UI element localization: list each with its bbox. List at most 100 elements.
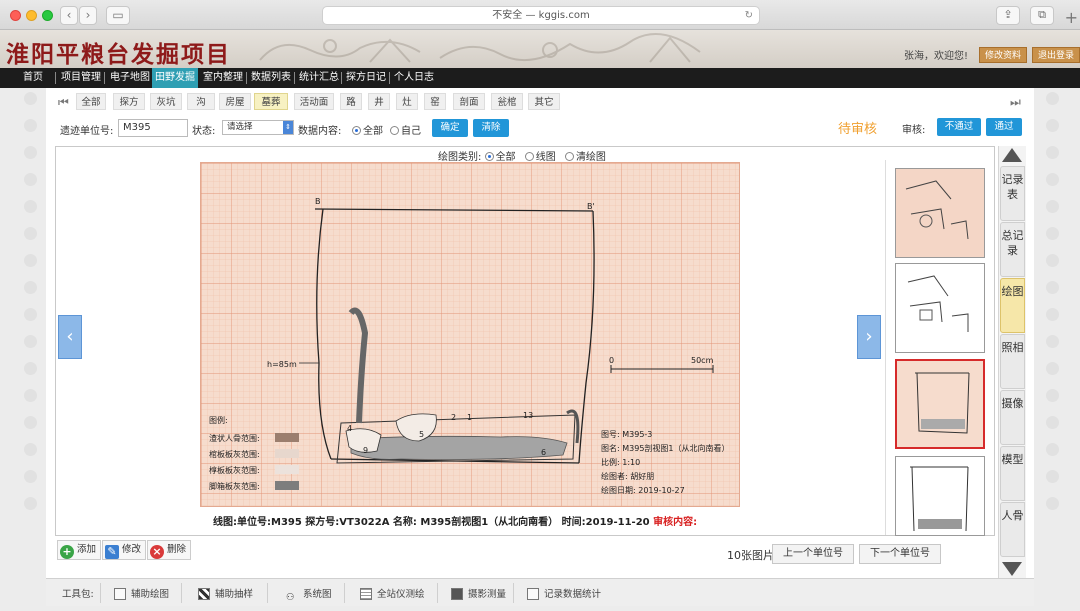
legend-swatch-bone [275, 433, 299, 442]
browser-toolbar: ‹ › ▭ 不安全 — kggis.com ↻ ⇪ ⧉ + [0, 0, 1080, 30]
image-count: 10张图片 [727, 549, 774, 562]
pending-status: 待审核 [838, 122, 878, 137]
thumbnail-1[interactable] [895, 168, 985, 258]
tab-photos[interactable]: 照相 [1000, 334, 1025, 389]
category-section[interactable]: 剖面 [453, 93, 485, 110]
approve-button[interactable]: 通过 [986, 118, 1022, 136]
find-number: 6 [541, 448, 546, 457]
nav-item-diary[interactable]: 探方日记 [343, 68, 389, 88]
site-header: 淮阳平粮台发掘项目 张海，欢迎您! 修改资料 退出登录 [0, 30, 1080, 68]
drawing-type-filter: 绘图类别: 全部 线图 清绘图 [438, 148, 606, 163]
last-page-icon[interactable]: ⏭ [1010, 95, 1021, 110]
content-all-radio[interactable]: 全部 [352, 122, 383, 137]
reject-button[interactable]: 不通过 [937, 118, 981, 136]
category-kiln[interactable]: 窑 [424, 93, 446, 110]
category-ditch[interactable]: 沟 [187, 93, 215, 110]
tab-record-sheet[interactable]: 记录表 [1000, 166, 1025, 221]
address-bar[interactable]: 不安全 — kggis.com ↻ [322, 6, 760, 25]
zoom-window-button[interactable] [42, 10, 53, 21]
nav-item-log[interactable]: 个人日志 [391, 68, 437, 88]
next-unit-button[interactable]: 下一个单位号 [859, 544, 941, 564]
forward-icon[interactable]: › [79, 6, 97, 25]
content-label: 数据内容: [298, 126, 342, 137]
category-well[interactable]: 井 [368, 93, 390, 110]
unit-label: 遗迹单位号: [60, 126, 114, 137]
tab-human-bones[interactable]: 人骨 [1000, 502, 1025, 557]
find-number: 9 [363, 446, 368, 455]
tab-drawings[interactable]: 绘图 [1000, 278, 1025, 333]
thumbnail-3-selected[interactable] [895, 359, 985, 449]
nav-item-datalist[interactable]: 数据列表 [248, 68, 294, 88]
tab-summary[interactable]: 总记录 [1000, 222, 1025, 277]
find-number: 1 [467, 413, 472, 422]
delete-button[interactable]: × 删除 [147, 540, 192, 560]
tab-models[interactable]: 模型 [1000, 446, 1025, 501]
find-number: 13 [523, 411, 533, 420]
grid-icon [360, 588, 372, 600]
drawing-info-line: 图号: M395-3 [601, 430, 652, 439]
category-all[interactable]: 全部 [76, 93, 106, 110]
radio-icon [564, 152, 574, 161]
first-page-icon[interactable]: ⏮ [58, 95, 69, 110]
category-other[interactable]: 其它 [528, 93, 560, 110]
category-surface[interactable]: 活动面 [294, 93, 334, 110]
thumbnail-image [896, 457, 984, 535]
tool-sampling-aid[interactable]: 辅助抽样 [198, 586, 253, 600]
nav-item-indoor[interactable]: 室内整理 [200, 68, 246, 88]
confirm-button[interactable]: 确定 [432, 119, 468, 137]
reload-icon[interactable]: ↻ [745, 7, 753, 24]
plus-icon: + [60, 545, 74, 559]
hierarchy-icon: ⚇ [286, 592, 295, 603]
legend-label: 脚箱板灰范围: [209, 481, 260, 491]
tool-photogrammetry[interactable]: 摄影测量 [451, 586, 506, 600]
tab-video[interactable]: 摄像 [1000, 390, 1025, 445]
edit-profile-button[interactable]: 修改资料 [979, 47, 1028, 63]
category-tomb[interactable]: 墓葬 [254, 93, 288, 110]
unit-input[interactable]: M395 [118, 119, 188, 137]
category-ash-pit[interactable]: 灰坑 [150, 93, 182, 110]
nav-item-stats[interactable]: 统计汇总 [296, 68, 342, 88]
category-house[interactable]: 房屋 [219, 93, 251, 110]
category-road[interactable]: 路 [340, 93, 362, 110]
prev-image-button[interactable]: ‹ [58, 315, 82, 359]
find-number: 5 [419, 430, 424, 439]
logout-button[interactable]: 退出登录 [1032, 47, 1080, 63]
main-nav: 首页 项目管理 电子地图 田野发掘 室内整理 数据列表 统计汇总 探方日记 个人… [0, 68, 1080, 88]
tool-drawing-aid[interactable]: 辅助绘图 [114, 586, 169, 600]
url-text: kggis.com [538, 10, 590, 21]
tomb-drawing[interactable]: B B' h=85m 0 50cm 2 1 13 4 5 9 6 图例: 渣状人… [200, 162, 740, 507]
new-tab-icon[interactable]: + [1065, 8, 1078, 27]
edit-button[interactable]: ✎ 修改 [102, 540, 147, 560]
category-trench[interactable]: 探方 [113, 93, 145, 110]
category-stove[interactable]: 灶 [396, 93, 418, 110]
status-select[interactable]: 请选择 ⇕ [222, 120, 294, 135]
scale-length-label: 50cm [691, 356, 714, 365]
tool-system-chart[interactable]: ⚇ 系统图 [286, 586, 332, 604]
legend-swatch-foot-box [275, 481, 299, 490]
sidebar-toggle-icon[interactable]: ▭ [106, 6, 130, 25]
nav-item-excavation[interactable]: 田野发掘 [152, 68, 198, 88]
drawing-info-line: 绘图者: 胡好朋 [601, 471, 654, 481]
radio-icon [390, 126, 399, 135]
tool-total-station[interactable]: 全站仪测绘 [360, 586, 425, 600]
close-window-button[interactable] [10, 10, 21, 21]
clear-button[interactable]: 清除 [473, 119, 509, 137]
back-icon[interactable]: ‹ [60, 6, 78, 25]
prev-unit-button[interactable]: 上一个单位号 [772, 544, 854, 564]
legend-swatch-outer-coffin [275, 465, 299, 474]
nav-item-home[interactable]: 首页 [20, 68, 46, 88]
tabs-overview-icon[interactable]: ⧉ [1030, 6, 1054, 25]
nav-item-map[interactable]: 电子地图 [107, 68, 153, 88]
scale-zero-label: 0 [609, 356, 614, 365]
minimize-window-button[interactable] [26, 10, 37, 21]
add-button[interactable]: + 添加 [57, 540, 102, 560]
content-self-radio[interactable]: 自己 [390, 122, 421, 137]
share-icon[interactable]: ⇪ [996, 6, 1020, 25]
thumbnail-2[interactable] [895, 263, 985, 353]
nav-item-project[interactable]: 项目管理 [58, 68, 104, 88]
radio-checked-icon [484, 152, 494, 161]
next-image-button[interactable]: › [857, 315, 881, 359]
category-urn-burial[interactable]: 瓮棺 [491, 93, 523, 110]
tool-record-statistics[interactable]: 记录数据统计 [527, 586, 601, 600]
thumbnail-4[interactable] [895, 456, 985, 536]
